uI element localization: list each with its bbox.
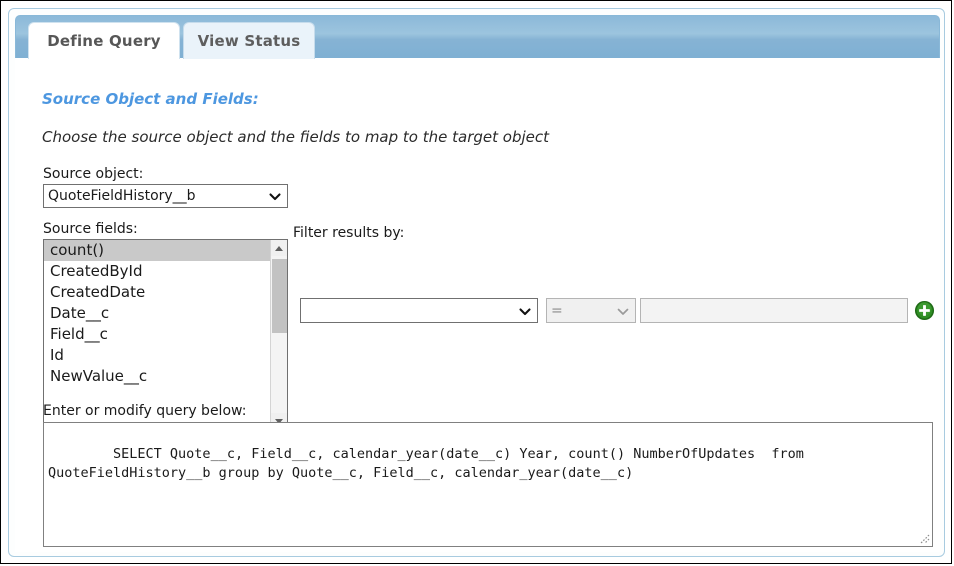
source-object-select[interactable]: QuoteFieldHistory__b	[43, 184, 288, 208]
source-fields-scrollbar[interactable]	[270, 240, 287, 429]
filter-field-select[interactable]	[300, 298, 538, 323]
list-item[interactable]: NewValue__c	[44, 366, 271, 387]
list-item[interactable]: count()	[44, 240, 271, 261]
list-item[interactable]: CreatedById	[44, 261, 271, 282]
chevron-down-icon	[269, 191, 281, 202]
page-frame: Define Query View Status Source Object a…	[0, 0, 952, 564]
scrollbar-thumb[interactable]	[272, 259, 287, 333]
list-item[interactable]: CreatedDate	[44, 282, 271, 303]
source-fields-label: Source fields:	[43, 221, 138, 237]
source-fields-list: count() CreatedById CreatedDate Date__c …	[44, 240, 271, 387]
filter-operator-select: =	[546, 298, 636, 323]
chevron-down-icon	[519, 305, 531, 316]
source-object-select-value: QuoteFieldHistory__b	[48, 188, 196, 204]
scroll-up-arrow-icon[interactable]	[271, 240, 287, 256]
resize-handle-icon[interactable]	[916, 530, 930, 544]
query-textarea[interactable]: SELECT Quote__c, Field__c, calendar_year…	[43, 422, 933, 547]
list-item[interactable]: Date__c	[44, 303, 271, 324]
tab-bar: Define Query View Status	[15, 15, 940, 59]
tab-define-query[interactable]: Define Query	[28, 22, 180, 59]
list-item[interactable]: Id	[44, 345, 271, 366]
list-item[interactable]: Field__c	[44, 324, 271, 345]
query-textarea-text: SELECT Quote__c, Field__c, calendar_year…	[48, 446, 813, 481]
query-label: Enter or modify query below:	[43, 403, 247, 419]
chevron-down-icon	[617, 305, 629, 316]
section-heading: Source Object and Fields:	[42, 90, 259, 108]
tab-view-status-label: View Status	[197, 32, 301, 50]
plus-circle-icon	[914, 300, 935, 321]
tab-define-query-label: Define Query	[47, 32, 161, 50]
source-object-label: Source object:	[43, 166, 144, 182]
tab-panel-define-query: Source Object and Fields: Choose the sou…	[15, 58, 940, 552]
section-instruction: Choose the source object and the fields …	[42, 128, 549, 146]
filter-label: Filter results by:	[293, 225, 405, 241]
add-filter-button[interactable]	[914, 300, 935, 321]
filter-operator-select-value: =	[551, 302, 563, 319]
tab-view-status[interactable]: View Status	[183, 22, 315, 59]
source-fields-listbox[interactable]: count() CreatedById CreatedDate Date__c …	[43, 239, 288, 430]
filter-value-input	[640, 298, 908, 323]
wizard-panel: Define Query View Status Source Object a…	[8, 8, 945, 557]
